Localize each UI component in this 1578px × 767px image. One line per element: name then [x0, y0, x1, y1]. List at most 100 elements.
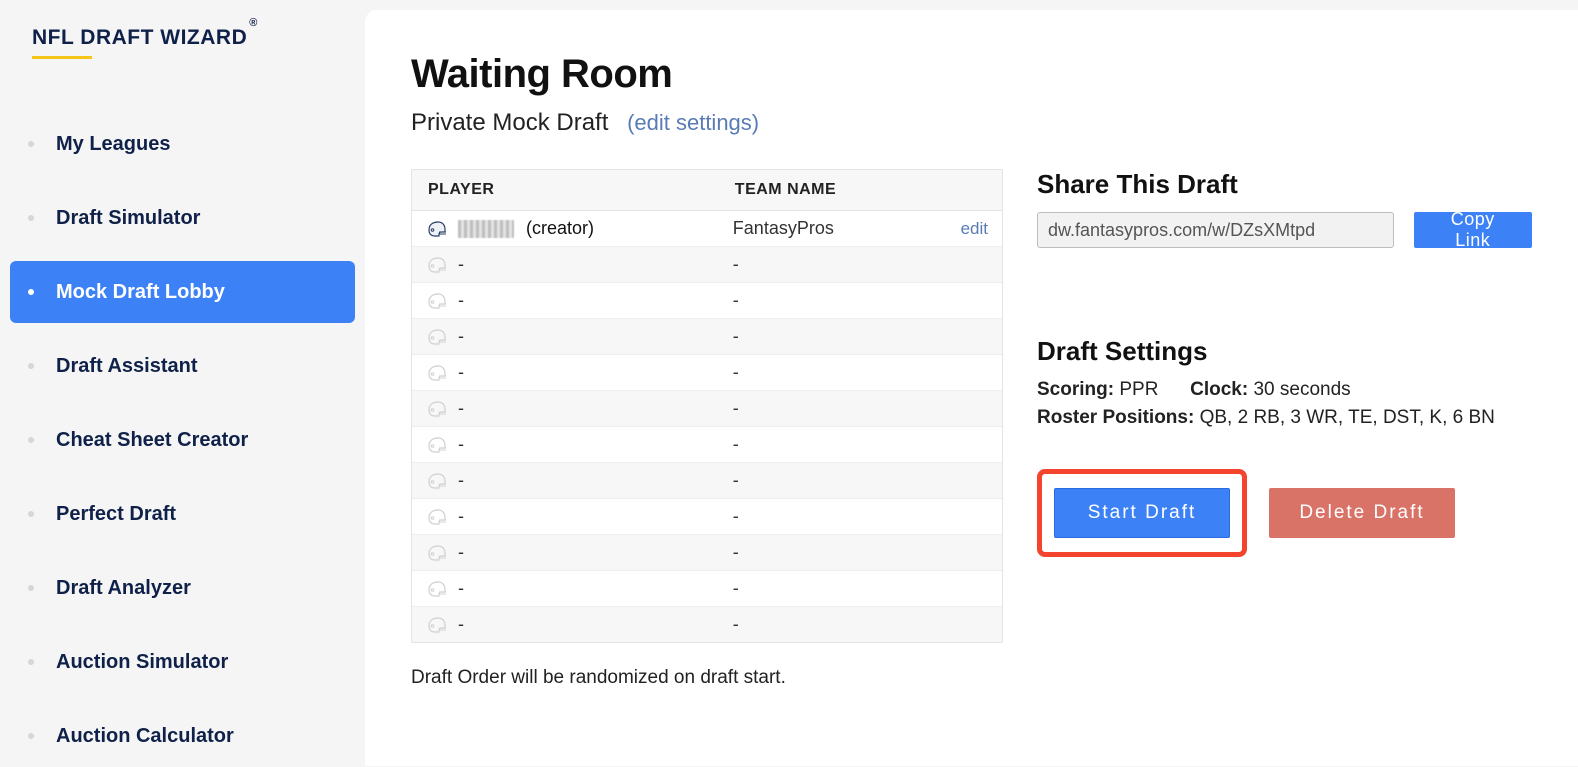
team-cell: - — [719, 571, 1002, 607]
player-name: - — [458, 434, 464, 455]
col-team: TEAM NAME — [719, 170, 1002, 211]
sidebar-item-cheat-sheet-creator[interactable]: Cheat Sheet Creator — [10, 409, 355, 471]
nav-dot-icon — [28, 289, 34, 295]
start-draft-button[interactable]: Start Draft — [1054, 488, 1230, 538]
sidebar-item-label: Auction Calculator — [56, 725, 234, 748]
player-name: - — [458, 398, 464, 419]
brand-underline — [32, 56, 92, 59]
main: Waiting Room Private Mock Draft (edit se… — [365, 10, 1578, 766]
player-cell: - — [412, 535, 719, 571]
player-cell: - — [412, 607, 719, 643]
helmet-icon — [426, 292, 448, 310]
settings-title: Draft Settings — [1037, 336, 1532, 367]
delete-draft-button[interactable]: Delete Draft — [1269, 488, 1455, 538]
sidebar-item-label: Cheat Sheet Creator — [56, 429, 248, 452]
team-name: - — [733, 542, 739, 562]
team-name: - — [733, 398, 739, 418]
brand: NFL DRAFT WIZARD® — [10, 26, 355, 67]
col-player: PLAYER — [412, 170, 719, 211]
player-table: PLAYER TEAM NAME (creator) FantasyPros edi… — [411, 169, 1003, 643]
team-name: - — [733, 470, 739, 490]
share-title: Share This Draft — [1037, 169, 1532, 200]
sidebar-item-mock-draft-lobby[interactable]: Mock Draft Lobby — [10, 261, 355, 323]
sidebar-item-auction-calculator[interactable]: Auction Calculator — [10, 705, 355, 767]
right-column: Share This Draft Copy Link Draft Setting… — [1037, 169, 1532, 689]
player-name: - — [458, 542, 464, 563]
team-cell: - — [719, 427, 1002, 463]
table-row: -- — [412, 607, 1002, 643]
creator-label: (creator) — [526, 218, 594, 239]
team-name: - — [733, 434, 739, 454]
team-cell: - — [719, 319, 1002, 355]
sidebar-item-draft-simulator[interactable]: Draft Simulator — [10, 187, 355, 249]
page-subtitle: Private Mock Draft — [411, 109, 608, 136]
team-name: - — [733, 362, 739, 382]
table-row: -- — [412, 463, 1002, 499]
table-row: -- — [412, 427, 1002, 463]
table-row: -- — [412, 391, 1002, 427]
player-name: - — [458, 506, 464, 527]
sidebar-item-my-leagues[interactable]: My Leagues — [10, 113, 355, 175]
start-draft-highlight: Start Draft — [1037, 469, 1247, 557]
nav-dot-icon — [28, 659, 34, 665]
helmet-icon — [426, 400, 448, 418]
team-name: FantasyPros — [733, 218, 834, 238]
player-cell: - — [412, 283, 719, 319]
table-row: -- — [412, 535, 1002, 571]
player-name: - — [458, 362, 464, 383]
player-cell: - — [412, 463, 719, 499]
team-name: - — [733, 578, 739, 598]
table-section: PLAYER TEAM NAME (creator) FantasyPros edi… — [411, 169, 1003, 689]
player-cell: - — [412, 571, 719, 607]
team-cell: - — [719, 463, 1002, 499]
nav-dot-icon — [28, 363, 34, 369]
team-name: - — [733, 506, 739, 526]
helmet-icon — [426, 580, 448, 598]
settings-line-2: Roster Positions: QB, 2 RB, 3 WR, TE, DS… — [1037, 407, 1532, 429]
player-cell: - — [412, 391, 719, 427]
sidebar-item-draft-analyzer[interactable]: Draft Analyzer — [10, 557, 355, 619]
helmet-icon — [426, 472, 448, 490]
sidebar-item-label: Draft Assistant — [56, 355, 198, 378]
table-row: -- — [412, 319, 1002, 355]
team-name: - — [733, 254, 739, 274]
player-cell: (creator) — [412, 211, 719, 247]
nav-dot-icon — [28, 733, 34, 739]
sidebar-item-auction-simulator[interactable]: Auction Simulator — [10, 631, 355, 693]
copy-link-button[interactable]: Copy Link — [1414, 212, 1532, 248]
nav-dot-icon — [28, 215, 34, 221]
player-cell: - — [412, 247, 719, 283]
sidebar-item-perfect-draft[interactable]: Perfect Draft — [10, 483, 355, 545]
nav-dot-icon — [28, 511, 34, 517]
sidebar-item-label: Draft Analyzer — [56, 577, 191, 600]
team-cell: - — [719, 607, 1002, 643]
draft-order-note: Draft Order will be randomized on draft … — [411, 667, 1003, 689]
sidebar-item-draft-assistant[interactable]: Draft Assistant — [10, 335, 355, 397]
player-name: - — [458, 578, 464, 599]
team-name: - — [733, 326, 739, 346]
team-cell: - — [719, 283, 1002, 319]
brand-title: NFL DRAFT WIZARD — [32, 26, 247, 49]
sidebar-item-label: Auction Simulator — [56, 651, 228, 674]
nav-dot-icon — [28, 585, 34, 591]
player-name-redacted — [458, 220, 514, 238]
edit-settings-link[interactable]: (edit settings) — [627, 110, 759, 135]
page-title: Waiting Room — [411, 52, 1532, 97]
team-name: - — [733, 290, 739, 310]
table-row: -- — [412, 355, 1002, 391]
sidebar: NFL DRAFT WIZARD® My Leagues Draft Simula… — [0, 0, 365, 766]
player-cell: - — [412, 319, 719, 355]
team-cell: FantasyPros edit — [719, 211, 1002, 247]
player-cell: - — [412, 499, 719, 535]
team-cell: - — [719, 355, 1002, 391]
team-name: - — [733, 614, 739, 634]
sidebar-item-label: Perfect Draft — [56, 503, 176, 526]
edit-team-link[interactable]: edit — [961, 219, 988, 239]
team-cell: - — [719, 535, 1002, 571]
share-url-input[interactable] — [1037, 212, 1394, 248]
nav-dot-icon — [28, 141, 34, 147]
team-cell: - — [719, 247, 1002, 283]
player-cell: - — [412, 427, 719, 463]
helmet-icon — [426, 436, 448, 454]
helmet-icon — [426, 616, 448, 634]
